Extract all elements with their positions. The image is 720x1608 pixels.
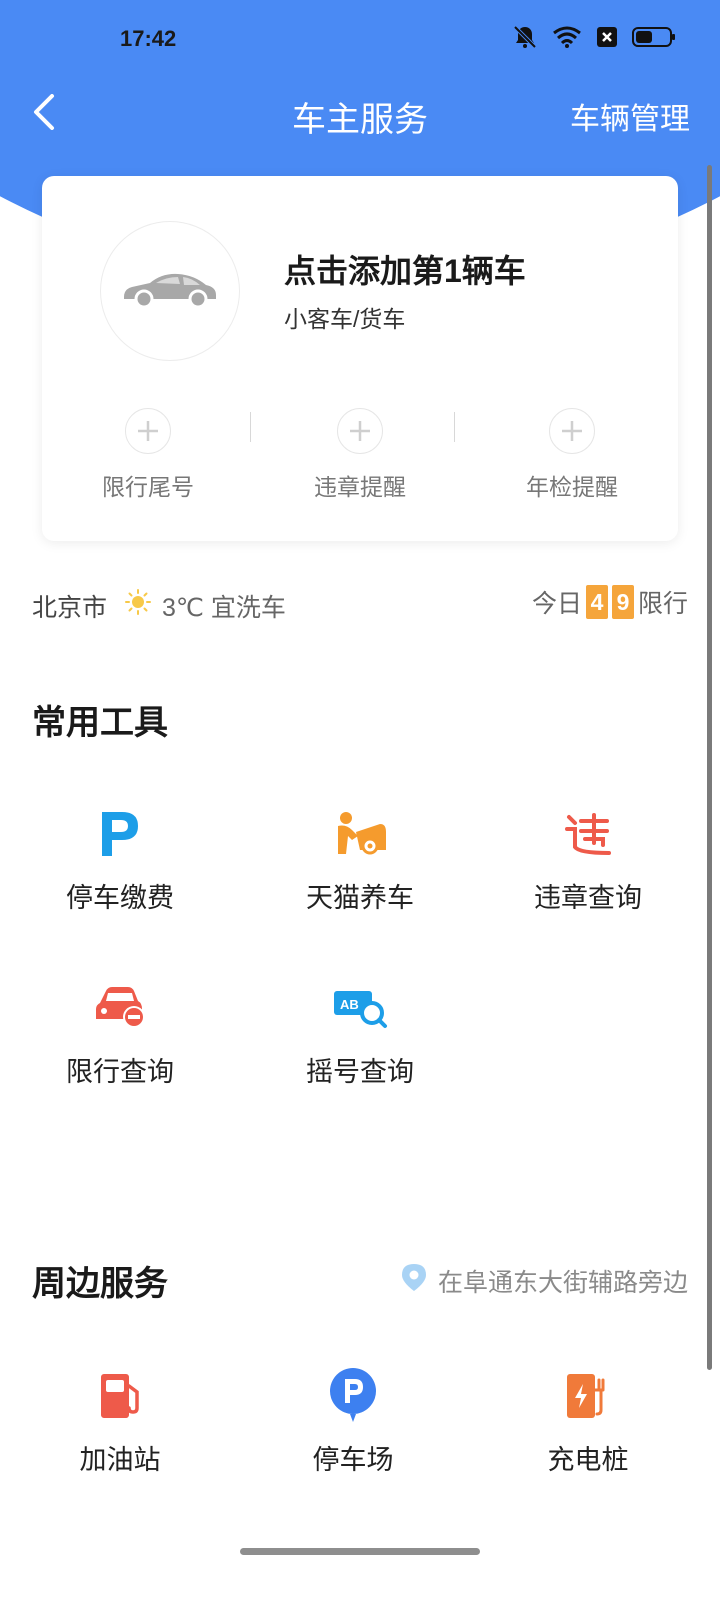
tool-label: 停车场 bbox=[312, 1445, 394, 1475]
tool-label: 限行查询 bbox=[66, 1057, 174, 1087]
limit-prefix: 今日 bbox=[531, 590, 582, 618]
status-bar: 17:42 bbox=[0, 0, 720, 84]
plus-icon bbox=[337, 408, 383, 454]
tool-label: 摇号查询 bbox=[306, 1057, 414, 1087]
location-text: 在阜通东大街辅路旁边 bbox=[437, 1268, 688, 1297]
quick-item-label: 违章提醒 bbox=[314, 474, 406, 500]
add-vehicle-title[interactable]: 点击添加第1辆车 bbox=[284, 246, 526, 292]
nearby-parking-lot[interactable]: 停车场 bbox=[233, 1366, 473, 1477]
limit-digit: 9 bbox=[611, 585, 634, 619]
nearby-section-title: 周边服务 bbox=[32, 1265, 168, 1303]
parking-lot-icon bbox=[323, 1366, 383, 1426]
quick-item-violation-reminder[interactable]: 违章提醒 bbox=[254, 408, 466, 518]
parking-p-icon bbox=[90, 804, 150, 864]
city-name[interactable]: 北京市 bbox=[32, 588, 107, 624]
home-indicator[interactable] bbox=[240, 1548, 480, 1555]
divider bbox=[250, 412, 251, 442]
violation-icon bbox=[558, 804, 618, 864]
limit-digit: 4 bbox=[585, 585, 608, 619]
sim-x-icon bbox=[596, 26, 618, 53]
tool-lottery-query[interactable]: AB 摇号查询 bbox=[240, 978, 480, 1089]
svg-text:AB: AB bbox=[340, 997, 359, 1012]
battery-icon bbox=[632, 26, 676, 53]
tool-label: 天猫养车 bbox=[306, 883, 414, 913]
tool-label: 加油站 bbox=[79, 1445, 161, 1475]
weather-row: 北京市 3℃ 宜洗车 今日 4 9 限行 bbox=[32, 580, 688, 628]
plus-icon bbox=[549, 408, 595, 454]
limit-suffix: 限行 bbox=[637, 590, 688, 618]
tool-tmall-car-care[interactable]: 天猫养车 bbox=[240, 804, 480, 915]
status-time: 17:42 bbox=[120, 26, 177, 51]
add-car-avatar[interactable] bbox=[100, 221, 240, 361]
charging-pile-icon bbox=[558, 1366, 618, 1426]
scrollbar[interactable] bbox=[707, 165, 712, 1370]
car-maintenance-icon bbox=[330, 804, 390, 864]
traffic-limit-info[interactable]: 今日 4 9 限行 bbox=[532, 584, 688, 620]
tool-violation-query[interactable]: 违章查询 bbox=[468, 804, 708, 915]
quick-item-label: 年检提醒 bbox=[526, 474, 618, 500]
location-pin-icon bbox=[400, 1262, 428, 1299]
restricted-car-icon bbox=[90, 978, 150, 1038]
plus-icon bbox=[125, 408, 171, 454]
gas-station-icon bbox=[90, 1366, 150, 1426]
tool-restriction-query[interactable]: 限行查询 bbox=[0, 978, 240, 1089]
quick-item-inspection-reminder[interactable]: 年检提醒 bbox=[466, 408, 678, 518]
tools-section-title: 常用工具 bbox=[32, 704, 168, 742]
vehicle-card: 点击添加第1辆车 小客车/货车 限行尾号 违章提醒 年检提醒 bbox=[42, 176, 678, 541]
vehicle-type-subtitle: 小客车/货车 bbox=[284, 306, 406, 332]
mute-bell-icon bbox=[512, 24, 538, 55]
tool-parking-payment[interactable]: 停车缴费 bbox=[0, 804, 240, 915]
navigation-bar: 车主服务 车辆管理 bbox=[0, 84, 720, 144]
nearby-gas-station[interactable]: 加油站 bbox=[0, 1366, 240, 1477]
weather-condition: 3℃ 宜洗车 bbox=[162, 594, 286, 622]
wifi-icon bbox=[552, 25, 582, 54]
sun-icon bbox=[124, 588, 152, 621]
tool-label: 违章查询 bbox=[534, 883, 642, 913]
quick-item-label: 限行尾号 bbox=[102, 474, 194, 500]
tool-label: 充电桩 bbox=[547, 1445, 629, 1475]
divider bbox=[454, 412, 455, 442]
tool-label: 停车缴费 bbox=[66, 883, 174, 913]
nearby-charging-pile[interactable]: 充电桩 bbox=[468, 1366, 708, 1477]
quick-item-tail-number[interactable]: 限行尾号 bbox=[42, 408, 254, 518]
current-location[interactable]: 在阜通东大街辅路旁边 bbox=[400, 1262, 688, 1299]
lottery-search-icon: AB bbox=[330, 978, 390, 1038]
vehicle-management-link[interactable]: 车辆管理 bbox=[570, 94, 690, 138]
car-icon bbox=[120, 269, 220, 314]
